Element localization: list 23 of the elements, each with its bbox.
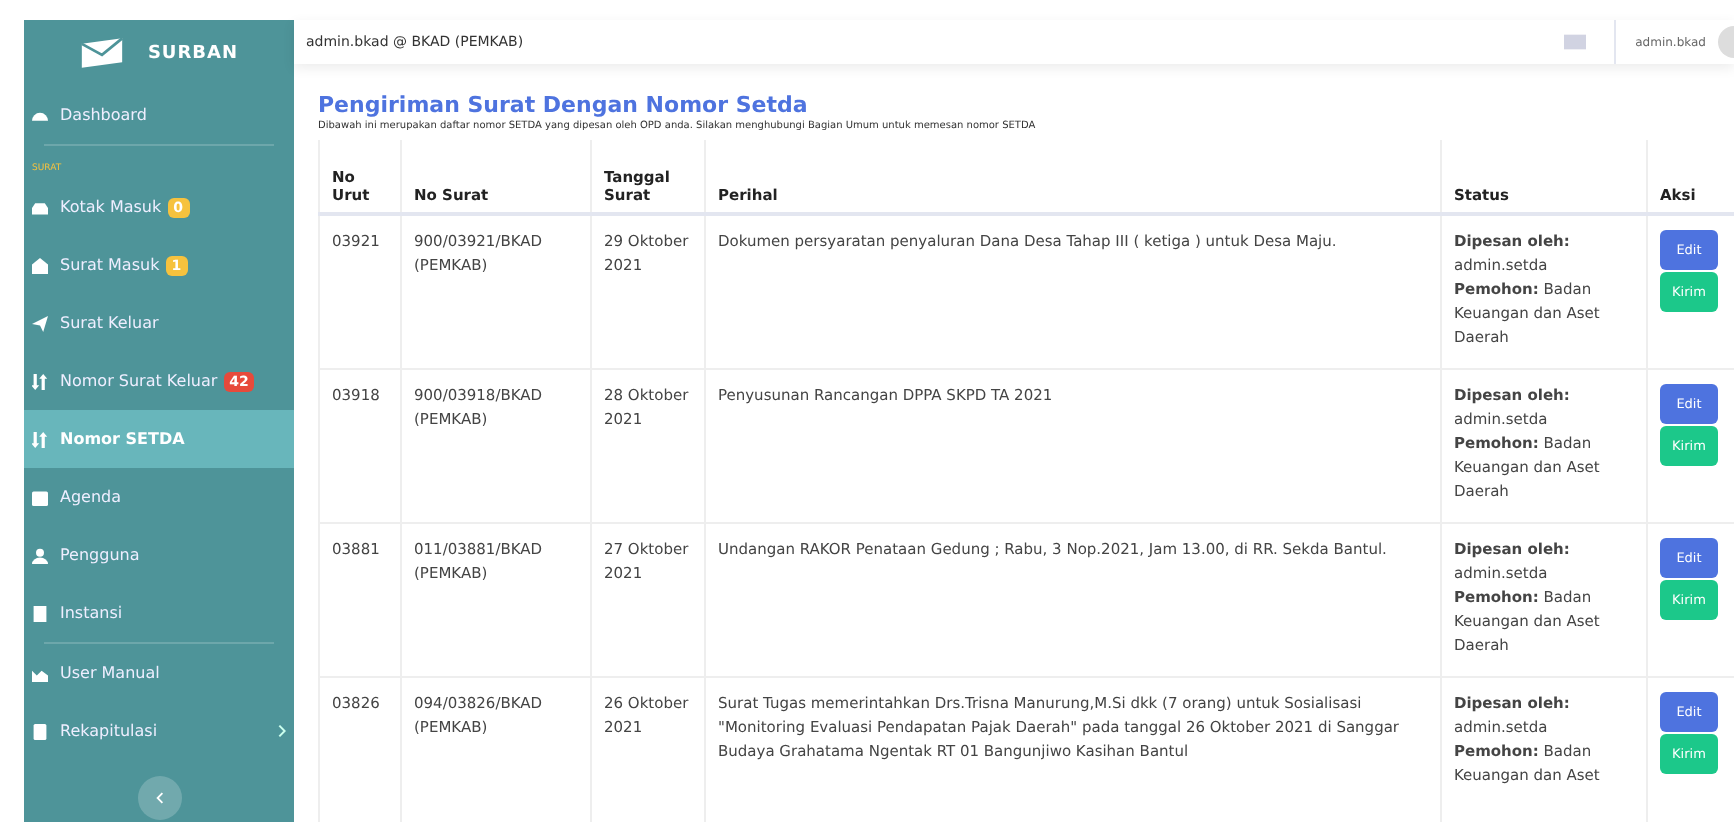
nav-item[interactable]: Pengguna (24, 526, 294, 584)
gauge-icon (32, 107, 48, 123)
sidebar-toggle-button[interactable] (137, 776, 181, 820)
sort-icon (32, 431, 48, 447)
user-icon (32, 547, 48, 563)
page-title: Pengiriman Surat Dengan Nomor Setda (318, 92, 810, 118)
brand-name: SURBAN (147, 43, 239, 63)
home-icon (32, 257, 48, 273)
avatar-icon[interactable] (1718, 26, 1734, 58)
nav-item[interactable]: Agenda (24, 468, 294, 526)
nav-item[interactable]: Instansi (24, 584, 294, 642)
nav-item[interactable]: User Manual (24, 644, 294, 702)
nav-item[interactable]: Rekapitulasi (24, 702, 294, 760)
chart-icon (32, 665, 48, 681)
nav-item[interactable]: Nomor SETDA (24, 410, 294, 468)
nav-item[interactable]: Dashboard (24, 86, 294, 144)
inbox-icon (32, 199, 48, 215)
calendar-icon (32, 489, 48, 505)
send-icon (32, 315, 48, 331)
sort-icon (32, 373, 48, 389)
nav-item[interactable]: Surat Keluar (24, 294, 294, 352)
envelope-logo-icon (79, 38, 124, 68)
chevron-left-icon (155, 792, 163, 804)
